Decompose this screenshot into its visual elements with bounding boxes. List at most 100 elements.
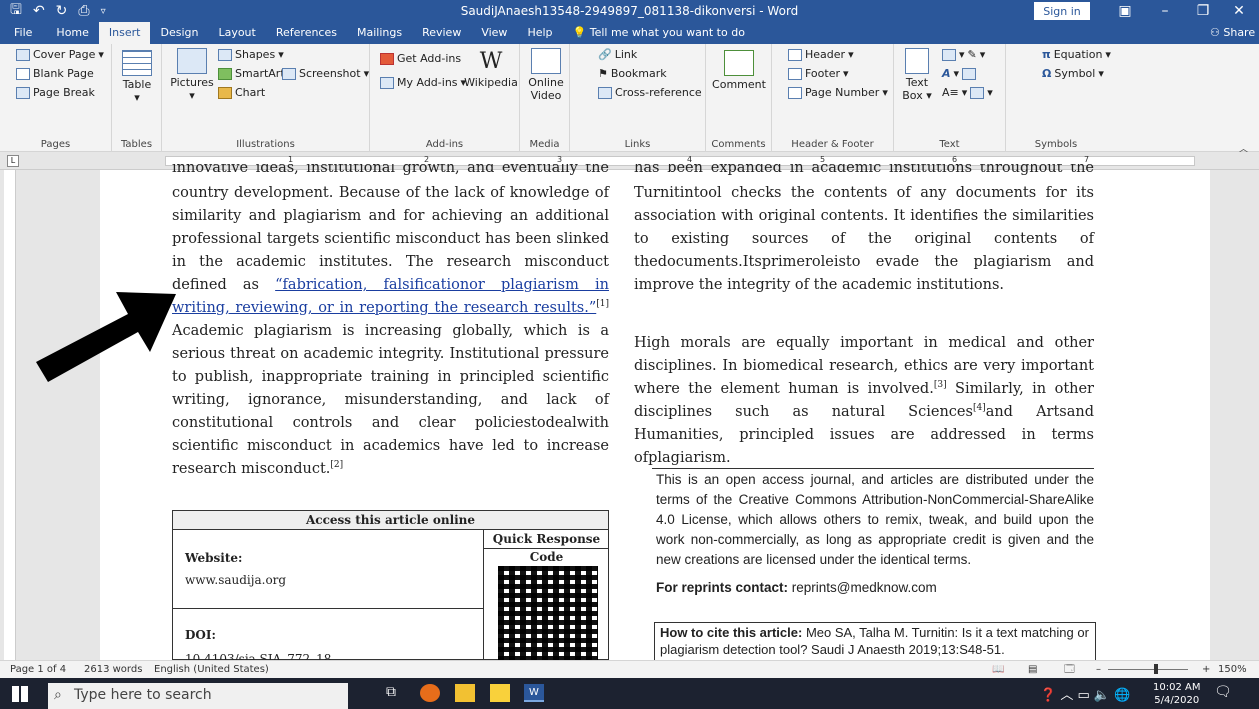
wikipedia-button[interactable]: W Wikipedia xyxy=(464,48,518,89)
reprints-label: For reprints contact: xyxy=(656,580,789,595)
firefox-icon[interactable] xyxy=(420,684,440,702)
help-icon[interactable]: ❓ xyxy=(1040,688,1056,703)
online-video-button[interactable]: Online Video xyxy=(526,48,566,102)
tab-file[interactable]: File xyxy=(0,22,46,44)
zoom-slider[interactable] xyxy=(1108,669,1188,670)
notifications-icon[interactable]: 🗨 xyxy=(1214,684,1232,700)
cross-reference-button[interactable]: Cross-reference xyxy=(598,86,702,99)
right-column-para-1[interactable]: Turnitintool checks the contents of any … xyxy=(634,182,1094,297)
system-tray[interactable]: ❓ ︿ ▭ 🔈 🌐 xyxy=(1040,684,1130,703)
group-header-footer: Header ▾ Footer ▾ Page Number ▾ Header &… xyxy=(772,44,894,152)
get-addins-button[interactable]: Get Add-ins xyxy=(380,52,461,65)
zoom-out-button[interactable]: – xyxy=(1096,661,1101,678)
share-button[interactable]: ⚇ Share xyxy=(1200,22,1259,44)
website-url[interactable]: www.saudija.org xyxy=(185,573,286,587)
volume-icon[interactable]: 🔈 xyxy=(1094,688,1110,703)
footer-icon xyxy=(788,67,802,80)
sticky-notes-icon[interactable] xyxy=(490,684,510,702)
link-icon: 🔗 xyxy=(598,48,612,61)
bookmark-button[interactable]: ⚑ Bookmark xyxy=(598,67,667,80)
taskbar-search[interactable]: ⌕ Type here to search xyxy=(48,683,348,709)
zoom-level[interactable]: 150% xyxy=(1218,661,1247,678)
task-view-icon[interactable]: ⧉ xyxy=(386,684,406,702)
link-button[interactable]: 🔗 Link xyxy=(598,48,637,61)
battery-icon[interactable]: ▭ xyxy=(1077,688,1089,703)
quick-parts-icon xyxy=(942,48,956,61)
group-text: Text Box ▾ ▾ ✎ ▾ A ▾ A≡ ▾ ▾ Text xyxy=(894,44,1006,152)
close-button[interactable]: ✕ xyxy=(1219,0,1259,22)
zoom-in-button[interactable]: + xyxy=(1202,661,1210,678)
word-taskbar-icon[interactable]: W xyxy=(524,684,544,702)
network-icon[interactable]: 🌐 xyxy=(1114,688,1130,703)
tell-me-box[interactable]: 💡 Tell me what you want to do xyxy=(563,22,755,44)
access-article-box: Access this article online Quick Respons… xyxy=(172,510,609,661)
blank-page-button[interactable]: Blank Page xyxy=(16,67,94,80)
tab-references[interactable]: References xyxy=(266,22,347,44)
wordart-button[interactable]: A ▾ xyxy=(942,67,977,80)
print-layout-icon[interactable]: ▤ xyxy=(1028,661,1037,678)
left-column-text[interactable]: country development. Because of the lack… xyxy=(172,182,609,481)
tab-layout[interactable]: Layout xyxy=(208,22,265,44)
pictures-button[interactable]: Pictures ▾ xyxy=(170,48,214,102)
read-mode-icon[interactable]: 📖 xyxy=(992,661,1004,678)
restore-button[interactable]: ❐ xyxy=(1183,0,1223,22)
table-button[interactable]: Table ▾ xyxy=(120,50,154,104)
web-layout-icon[interactable]: 🗔 xyxy=(1064,661,1075,678)
language-indicator[interactable]: English (United States) xyxy=(154,661,269,678)
equation-button[interactable]: π Equation ▾ xyxy=(1042,48,1111,61)
my-addins-button[interactable]: My Add-ins ▾ xyxy=(380,76,466,89)
tab-mailings[interactable]: Mailings xyxy=(347,22,412,44)
chart-button[interactable]: Chart xyxy=(218,86,265,99)
group-label: Pages xyxy=(40,139,71,150)
zoom-slider-thumb[interactable] xyxy=(1154,664,1158,674)
chart-icon xyxy=(218,86,232,99)
cite-text: How to cite this article: Meo SA, Talha … xyxy=(660,624,1092,658)
tab-help[interactable]: Help xyxy=(517,22,562,44)
group-addins: Get Add-ins My Add-ins ▾ W Wikipedia Add-… xyxy=(370,44,520,152)
reference-2: [2] xyxy=(330,460,344,471)
quick-parts-button[interactable]: ▾ ✎ ▾ xyxy=(942,48,985,61)
text-box-button[interactable]: Text Box ▾ xyxy=(902,48,932,102)
doi-value: 10.4103/sja.SJA_772_18 xyxy=(185,652,332,660)
group-label: Text xyxy=(939,139,960,150)
minimize-button[interactable]: – xyxy=(1145,0,1185,22)
reference-3: [3] xyxy=(933,380,947,391)
search-icon: ⌕ xyxy=(54,687,62,703)
file-explorer-icon[interactable] xyxy=(455,684,475,702)
reprints-email[interactable]: reprints@medknow.com xyxy=(792,580,937,595)
comment-button[interactable]: Comment xyxy=(712,50,766,91)
header-icon xyxy=(788,48,802,61)
drop-cap-button[interactable]: A≡ ▾ ▾ xyxy=(942,86,993,99)
cover-page-button[interactable]: Cover Page ▾ xyxy=(16,48,104,61)
footer-button[interactable]: Footer ▾ xyxy=(788,67,849,80)
smartart-icon xyxy=(218,67,232,80)
windows-start-icon[interactable] xyxy=(12,686,28,702)
symbol-button[interactable]: Ω Symbol ▾ xyxy=(1042,67,1104,80)
ribbon-display-icon[interactable]: ▣ xyxy=(1105,0,1145,22)
share-label: Share xyxy=(1223,26,1256,39)
word-count[interactable]: 2613 words xyxy=(84,661,142,678)
tab-selector-icon[interactable]: L xyxy=(7,155,19,167)
sign-in-button[interactable]: Sign in xyxy=(1034,2,1090,20)
clock[interactable]: 10:02 AM 5/4/2020 xyxy=(1153,681,1200,707)
divider xyxy=(652,468,1094,469)
tab-view[interactable]: View xyxy=(471,22,517,44)
smartart-button[interactable]: SmartArt xyxy=(218,67,285,80)
page-count[interactable]: Page 1 of 4 xyxy=(10,661,66,678)
page-number-button[interactable]: Page Number ▾ xyxy=(788,86,888,99)
page-break-button[interactable]: Page Break xyxy=(16,86,95,99)
group-media: Online Video Media xyxy=(520,44,570,152)
tab-design[interactable]: Design xyxy=(150,22,208,44)
screenshot-button[interactable]: Screenshot ▾ xyxy=(282,67,369,80)
date-time-icon xyxy=(962,67,977,80)
tab-insert[interactable]: Insert xyxy=(98,22,151,44)
tab-review[interactable]: Review xyxy=(412,22,471,44)
group-label: Add-ins xyxy=(425,139,464,150)
header-button[interactable]: Header ▾ xyxy=(788,48,854,61)
right-column-para-2[interactable]: High morals are equally important in med… xyxy=(634,332,1094,470)
right-col-first-line: has been expanded in academic institutio… xyxy=(634,164,1094,176)
bookmark-icon: ⚑ xyxy=(598,67,608,80)
vertical-ruler-scale xyxy=(4,170,16,660)
tab-home[interactable]: Home xyxy=(46,22,98,44)
shapes-button[interactable]: Shapes ▾ xyxy=(218,48,284,61)
